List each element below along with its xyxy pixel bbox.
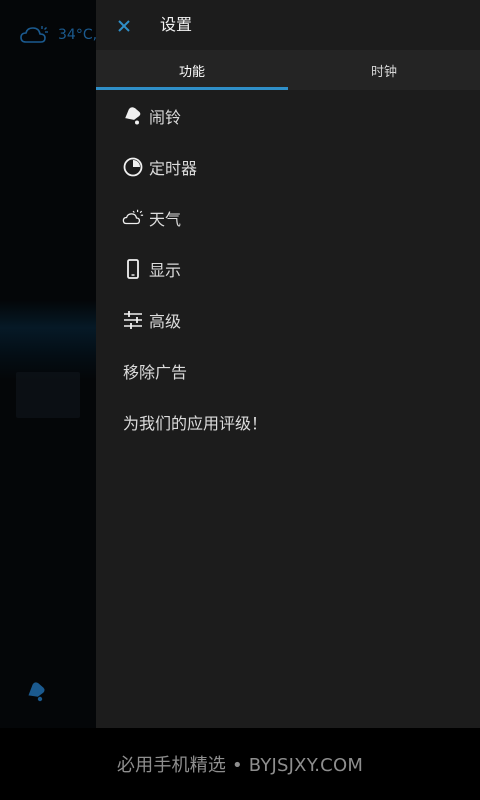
background-weather: 34°C, xyxy=(18,22,96,48)
alarm-bell-icon xyxy=(122,105,144,127)
menu-item-rate-app[interactable]: 为我们的应用评级！ xyxy=(96,396,480,447)
background-clock-app: 34°C, xyxy=(0,0,96,728)
tab-bar: 功能 时钟 xyxy=(96,50,480,90)
menu-item-alarm[interactable]: 闹铃 xyxy=(96,90,480,141)
menu-item-advanced[interactable]: 高级 xyxy=(96,294,480,345)
menu-item-weather-label: 天气 xyxy=(149,209,182,229)
drawer-header: 设置 xyxy=(96,0,480,50)
watermark-text: 必用手机精选 • BYJSJXY.COM xyxy=(116,755,364,776)
screen: 34°C, 设置 功能 时钟 闹铃 定时器 天气 显示 高级 移除广告 为我们的… xyxy=(0,0,480,800)
phone-display-icon xyxy=(122,258,144,280)
tab-clock-label: 时钟 xyxy=(370,64,397,80)
settings-menu: 闹铃 定时器 天气 显示 高级 移除广告 为我们的应用评级！ xyxy=(96,90,480,447)
menu-item-remove-ads-label: 移除广告 xyxy=(123,362,188,382)
page-title: 设置 xyxy=(160,15,193,34)
tab-features-label: 功能 xyxy=(178,64,205,80)
close-icon xyxy=(118,20,130,32)
timer-icon xyxy=(122,156,144,178)
menu-item-alarm-label: 闹铃 xyxy=(149,107,182,127)
tab-clock[interactable]: 时钟 xyxy=(288,50,480,90)
sliders-icon xyxy=(122,309,144,331)
menu-item-remove-ads[interactable]: 移除广告 xyxy=(96,345,480,396)
menu-item-display[interactable]: 显示 xyxy=(96,243,480,294)
menu-item-rate-app-label: 为我们的应用评级！ xyxy=(123,413,268,433)
menu-item-display-label: 显示 xyxy=(149,260,182,280)
menu-item-weather[interactable]: 天气 xyxy=(96,192,480,243)
bell-icon[interactable] xyxy=(24,680,48,708)
menu-item-advanced-label: 高级 xyxy=(149,311,182,331)
settings-drawer: 设置 功能 时钟 闹铃 定时器 天气 显示 高级 移除广告 为我们的应用评级！ xyxy=(96,0,480,728)
menu-item-timer-label: 定时器 xyxy=(149,158,198,178)
watermark-footer: 必用手机精选 • BYJSJXY.COM xyxy=(0,728,480,800)
weather-icon xyxy=(122,207,144,229)
background-panel xyxy=(16,372,80,418)
close-button[interactable] xyxy=(110,12,138,40)
cloud-sun-icon xyxy=(20,26,48,43)
tab-features[interactable]: 功能 xyxy=(96,50,288,90)
background-glow xyxy=(0,300,96,380)
menu-item-timer[interactable]: 定时器 xyxy=(96,141,480,192)
background-temperature: 34°C, xyxy=(58,27,96,43)
